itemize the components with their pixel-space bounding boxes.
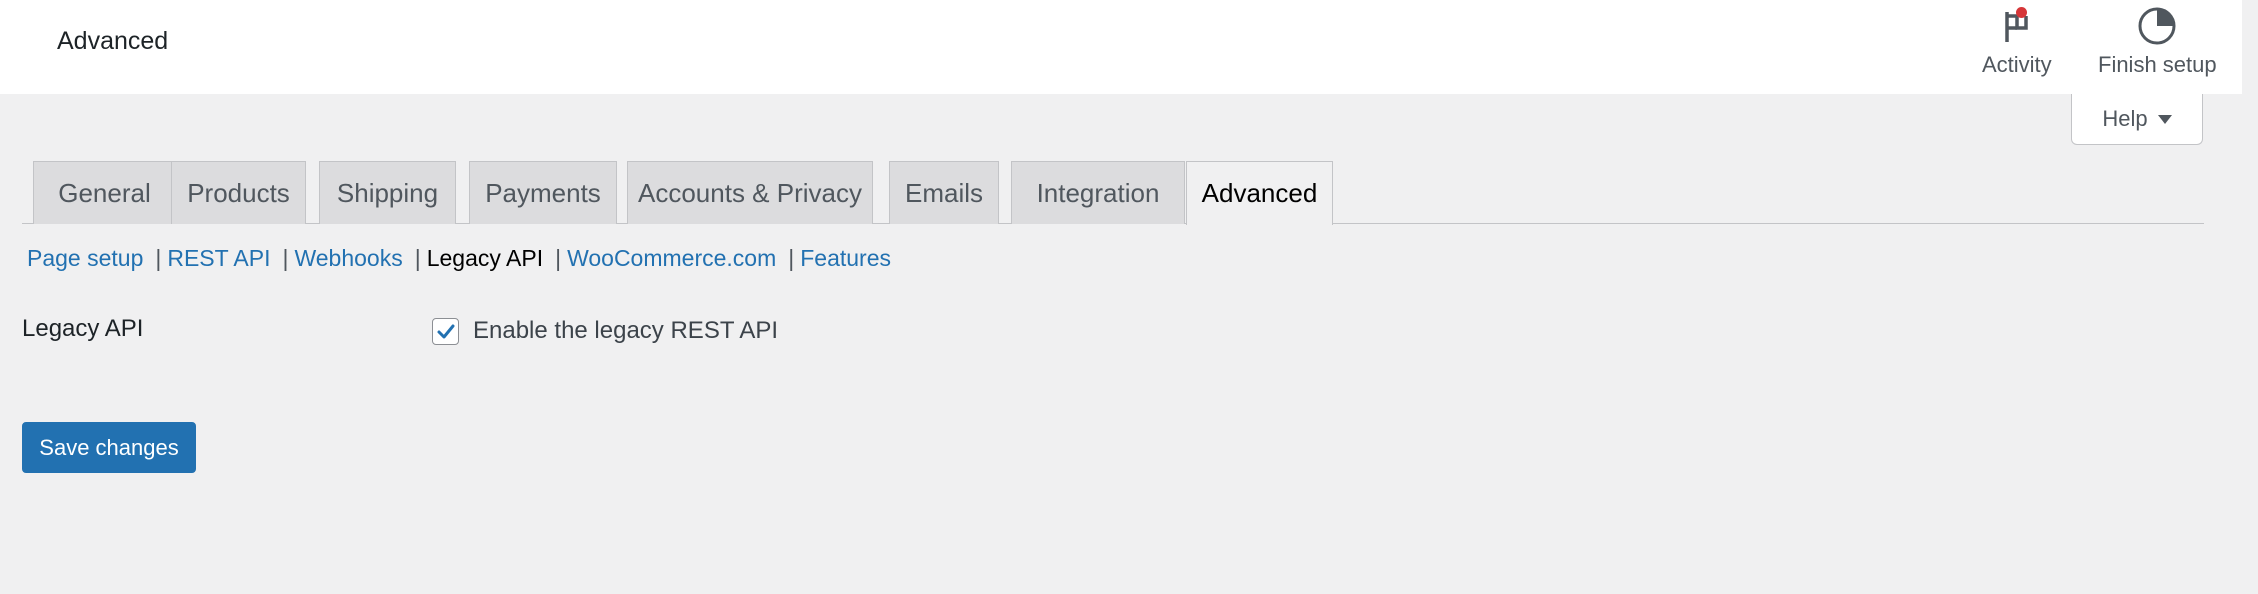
tab-label: Emails — [904, 177, 983, 208]
tab-label: Shipping — [336, 177, 439, 208]
activity-button[interactable]: Activity — [1982, 4, 2052, 90]
settings-page: Advanced Activity Finish setup Help Gene… — [0, 0, 2258, 594]
separator: | — [788, 245, 795, 271]
legacy-api-label: Legacy API — [22, 315, 144, 342]
vertical-scrollbar[interactable] — [2242, 0, 2258, 594]
legacy-api-checkbox-label[interactable]: Enable the legacy REST API — [473, 317, 778, 345]
tab-shipping[interactable]: Shipping — [319, 161, 456, 224]
tab-label: Integration — [1036, 177, 1160, 208]
separator: | — [282, 245, 289, 271]
page-title: Advanced — [57, 27, 169, 55]
separator: | — [555, 245, 562, 271]
tab-advanced[interactable]: Advanced — [1186, 161, 1333, 225]
checkmark-icon — [437, 324, 455, 339]
tab-label: Accounts & Privacy — [638, 177, 862, 208]
tab-products[interactable]: Products — [171, 161, 306, 224]
subnav-rest-api[interactable]: REST API — [167, 245, 270, 272]
tab-accounts-privacy[interactable]: Accounts & Privacy — [627, 161, 873, 224]
subnav-woocommerce-com[interactable]: WooCommerce.com — [567, 245, 776, 272]
subnav-legacy-api[interactable]: Legacy API — [427, 245, 543, 272]
separator: | — [414, 245, 421, 271]
help-label: Help — [2102, 106, 2148, 131]
settings-tabs: General Products Shipping Payments Accou… — [22, 161, 2204, 225]
subnav-features[interactable]: Features — [800, 245, 891, 272]
activity-label: Activity — [1982, 52, 2052, 77]
top-header: Advanced Activity Finish setup — [0, 0, 2242, 94]
save-changes-button[interactable]: Save changes — [22, 422, 196, 473]
legacy-api-checkbox[interactable] — [432, 318, 459, 345]
help-button[interactable]: Help — [2071, 94, 2203, 145]
tab-label: Advanced — [1201, 178, 1318, 208]
tab-label: Payments — [485, 177, 601, 208]
tab-payments[interactable]: Payments — [469, 161, 617, 224]
subnav-webhooks[interactable]: Webhooks — [294, 245, 402, 272]
finish-setup-label: Finish setup — [2098, 52, 2217, 77]
progress-pie-icon — [2138, 7, 2176, 45]
tab-emails[interactable]: Emails — [889, 161, 999, 224]
section-subnav: Page setup | REST API | Webhooks | Legac… — [27, 245, 891, 272]
tab-label: Products — [187, 177, 290, 208]
notification-dot — [2015, 7, 2027, 18]
tab-label: General — [58, 177, 151, 208]
tab-general[interactable]: General — [33, 161, 176, 224]
tab-integration[interactable]: Integration — [1011, 161, 1185, 224]
caret-down-icon — [2157, 114, 2172, 124]
subnav-page-setup[interactable]: Page setup — [27, 245, 143, 272]
finish-setup-button[interactable]: Finish setup — [2098, 4, 2217, 90]
separator: | — [155, 245, 162, 271]
